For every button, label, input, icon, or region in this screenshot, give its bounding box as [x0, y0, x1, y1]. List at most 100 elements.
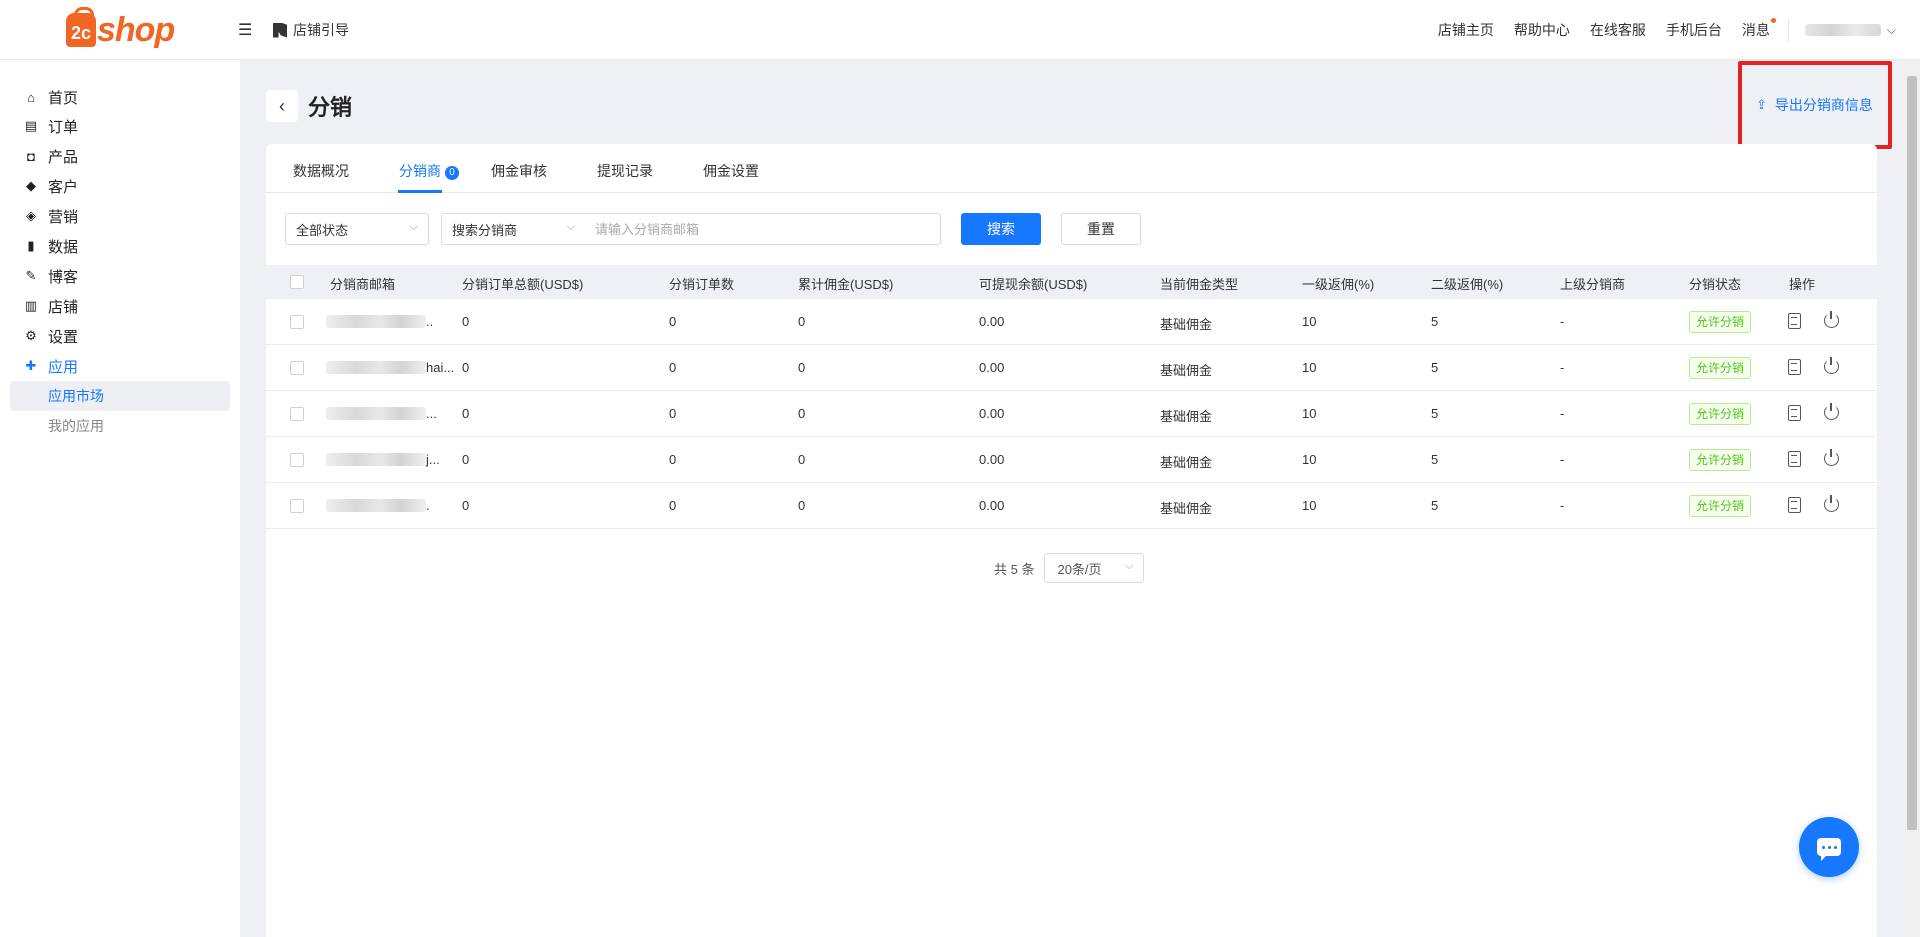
- sidebar-item-label: 客户: [48, 178, 79, 196]
- sidebar-item-apps[interactable]: ✚ 应用: [24, 355, 78, 377]
- online-service-link[interactable]: 在线客服: [1590, 20, 1646, 40]
- chat-button[interactable]: [1799, 817, 1859, 877]
- details-icon[interactable]: [1788, 359, 1801, 375]
- sidebar-item-customers[interactable]: ◆ 客户: [24, 175, 78, 197]
- column-header: 一级返佣(%): [1302, 277, 1375, 292]
- details-icon[interactable]: [1788, 497, 1801, 513]
- row-checkbox[interactable]: [290, 453, 304, 467]
- column-header: 分销订单总额(USD$): [462, 277, 584, 292]
- row-checkbox[interactable]: [290, 361, 304, 375]
- top-right-links: 店铺主页 帮助中心 在线客服 手机后台 消息 ⌵: [1418, 0, 1896, 60]
- store-guide-link[interactable]: 店铺引导: [273, 20, 349, 40]
- divider: [1787, 19, 1789, 41]
- power-icon[interactable]: [1824, 357, 1839, 374]
- messages-link[interactable]: 消息: [1742, 18, 1776, 40]
- sidebar-item-label: 产品: [48, 148, 79, 166]
- tab-commission-review[interactable]: 佣金审核: [491, 161, 547, 181]
- chevron-down-icon[interactable]: ⌵: [1887, 23, 1896, 38]
- commission: 0: [798, 452, 806, 467]
- scrollbar-thumb[interactable]: [1907, 76, 1917, 830]
- column-header: 分销订单数: [669, 277, 735, 292]
- sidebar-item-label: 应用: [48, 358, 79, 376]
- sidebar-item-blog[interactable]: ✎ 博客: [24, 265, 78, 287]
- sidebar-item-label: 营销: [48, 208, 79, 226]
- menu-toggle-icon[interactable]: ☰: [238, 20, 252, 40]
- export-label: 导出分销商信息: [1774, 97, 1873, 113]
- sidebar-item-data[interactable]: ▮ 数据: [24, 235, 78, 257]
- sidebar-subitem-my-apps[interactable]: 我的应用: [10, 411, 230, 441]
- details-icon[interactable]: [1788, 451, 1801, 467]
- search-type-value: 搜索分销商: [452, 222, 518, 238]
- page-size-select[interactable]: 20条/页 ⌵: [1044, 553, 1145, 583]
- search-type-select[interactable]: 搜索分销商 ⌵: [441, 213, 586, 245]
- mobile-admin-link[interactable]: 手机后台: [1666, 20, 1722, 40]
- store-home-link[interactable]: 店铺主页: [1438, 20, 1494, 40]
- power-icon[interactable]: [1824, 311, 1839, 328]
- sidebar-item-home[interactable]: ⌂ 首页: [24, 86, 78, 108]
- back-button[interactable]: ‹: [266, 90, 298, 122]
- page-title: 分销: [308, 95, 353, 120]
- page-header: ‹ 分销: [266, 90, 352, 122]
- tab-overview[interactable]: 数据概况: [293, 161, 349, 181]
- power-icon[interactable]: [1824, 449, 1839, 466]
- order-total: 0: [462, 360, 470, 375]
- row-checkbox[interactable]: [290, 315, 304, 329]
- sidebar-item-settings[interactable]: ⚙ 设置: [24, 325, 78, 347]
- distributor-email-tail: ..: [426, 314, 434, 329]
- shop-logo[interactable]: 2c shop: [66, 7, 175, 52]
- help-center-link[interactable]: 帮助中心: [1514, 20, 1570, 40]
- details-icon[interactable]: [1788, 405, 1801, 421]
- edit-icon: ✎: [25, 268, 37, 283]
- commission-type: 基础佣金: [1160, 501, 1213, 516]
- level2-rate: 5: [1431, 314, 1439, 329]
- table-row: j... 0 0 0 0.00 基础佣金 10 5 - 允许分销: [266, 437, 1877, 483]
- level2-rate: 5: [1431, 360, 1439, 375]
- row-checkbox[interactable]: [290, 407, 304, 421]
- distributor-email-search-input[interactable]: [585, 213, 941, 245]
- level2-rate: 5: [1431, 406, 1439, 421]
- tab-bar: 数据概况 分销商 0 佣金审核 提现记录 佣金设置: [266, 144, 1877, 193]
- distributor-email-tail: ...: [426, 406, 437, 421]
- reset-button[interactable]: 重置: [1061, 213, 1141, 245]
- sidebar-item-products[interactable]: ◘ 产品: [24, 145, 78, 167]
- tab-distributors[interactable]: 分销商 0: [399, 161, 459, 181]
- export-distributors-button[interactable]: ⇪ 导出分销商信息: [1756, 95, 1873, 115]
- logo-prefix: 2c: [70, 23, 92, 43]
- sidebar-item-marketing[interactable]: ◈ 营销: [24, 205, 78, 227]
- user-account-name[interactable]: [1804, 24, 1881, 36]
- order-count: 0: [669, 360, 677, 375]
- sidebar-item-store[interactable]: ▥ 店铺: [24, 295, 78, 317]
- power-icon[interactable]: [1824, 495, 1839, 512]
- distributor-email-tail: hai...: [426, 360, 455, 375]
- gear-icon: ⚙: [25, 328, 37, 343]
- chevron-down-icon: ⌵: [566, 221, 575, 233]
- select-all-checkbox[interactable]: [290, 275, 304, 289]
- power-icon[interactable]: [1824, 403, 1839, 420]
- row-checkbox[interactable]: [290, 499, 304, 513]
- status-select[interactable]: 全部状态 ⌵: [285, 213, 429, 245]
- commission-type: 基础佣金: [1160, 317, 1213, 332]
- distributors-table: 分销商邮箱 分销订单总额(USD$) 分销订单数 累计佣金(USD$) 可提现余…: [266, 265, 1877, 529]
- puzzle-icon: ✚: [25, 358, 37, 373]
- parent-distributor: -: [1560, 452, 1565, 467]
- diamond-icon: ◆: [26, 178, 36, 193]
- table-row: .. 0 0 0 0.00 基础佣金 10 5 - 允许分销: [266, 299, 1877, 345]
- level2-rate: 5: [1431, 452, 1439, 467]
- table-row: ... 0 0 0 0.00 基础佣金 10 5 - 允许分销: [266, 391, 1877, 437]
- status-badge: 允许分销: [1689, 495, 1752, 517]
- order-total: 0: [462, 406, 470, 421]
- search-button[interactable]: 搜索: [961, 213, 1041, 245]
- commission: 0: [798, 314, 806, 329]
- column-header: 上级分销商: [1560, 277, 1626, 292]
- status-select-value: 全部状态: [296, 222, 349, 238]
- home-icon: ⌂: [27, 89, 35, 105]
- details-icon[interactable]: [1788, 313, 1801, 329]
- tab-withdrawals[interactable]: 提现记录: [597, 161, 653, 181]
- distributor-email: [326, 499, 426, 512]
- tab-commission-settings[interactable]: 佣金设置: [703, 161, 759, 181]
- count-badge: 0: [445, 166, 459, 180]
- sidebar-item-orders[interactable]: ▤ 订单: [24, 115, 78, 137]
- commission-type: 基础佣金: [1160, 409, 1213, 424]
- sidebar-subitem-app-market[interactable]: 应用市场: [10, 381, 230, 411]
- sidebar-item-label: 数据: [48, 238, 79, 256]
